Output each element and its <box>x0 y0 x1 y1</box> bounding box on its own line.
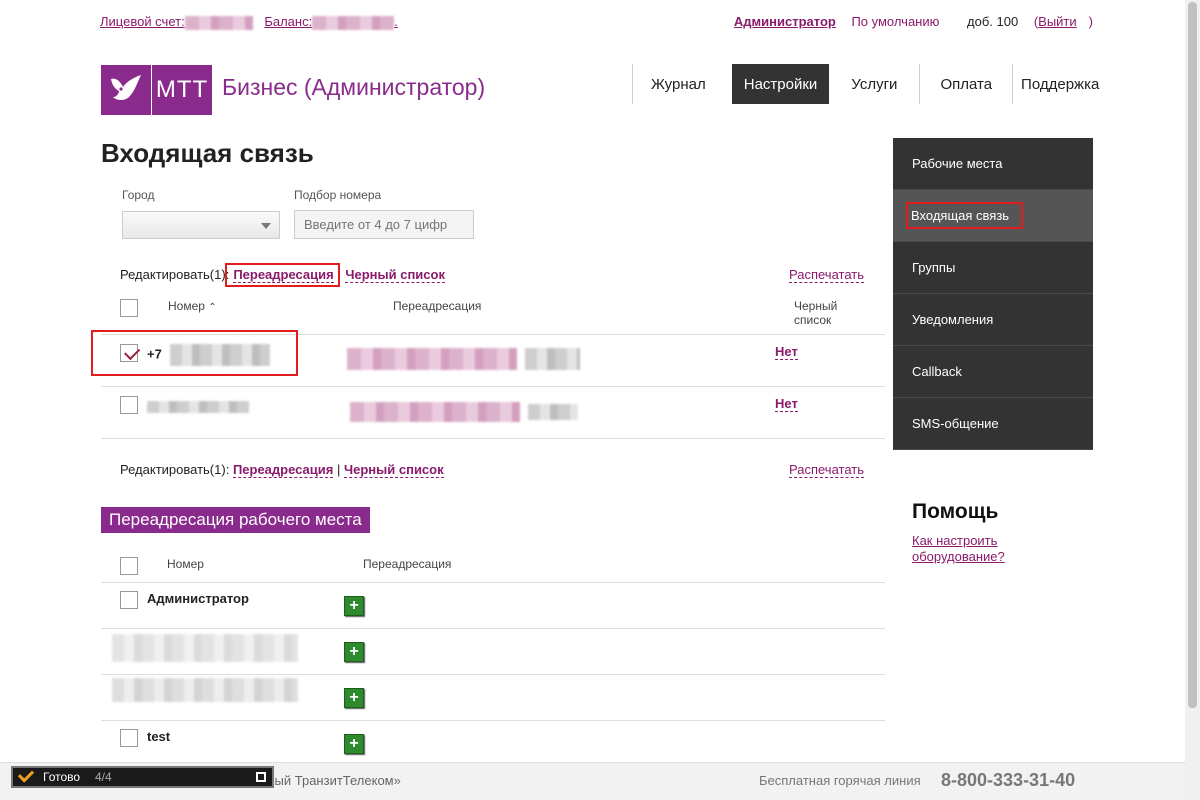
page-title: Входящая связь <box>101 138 314 168</box>
divider <box>101 628 885 629</box>
scrollbar-thumb[interactable] <box>1188 2 1197 708</box>
help-setup-link[interactable]: Как настроить оборудование? <box>912 533 1022 565</box>
redirect-value-redacted <box>350 402 578 422</box>
sidebar-item-sms[interactable]: SMS-общение <box>893 398 1093 450</box>
print-link[interactable]: Распечатать <box>788 462 864 478</box>
user-info: Администратор По умолчанию доб. 100 (Вый… <box>734 14 1093 29</box>
add-redirect-button[interactable]: + <box>344 734 364 754</box>
sidebar-item-workplaces[interactable]: Рабочие места <box>893 138 1093 190</box>
print-link[interactable]: Распечатать <box>788 267 864 283</box>
logo-wordmark[interactable]: МТТ <box>152 65 212 115</box>
sidebar-item-incoming[interactable]: Входящая связь <box>893 190 1093 242</box>
account-bar: Лицевой счет: Баланс:. Администратор По … <box>100 14 1093 32</box>
window-icon[interactable] <box>256 772 266 782</box>
edit-toolbar-bottom: Редактировать(1): Переадресация | Черный… <box>120 462 864 478</box>
chevron-up-icon: ⌃ <box>208 302 217 313</box>
nav-services[interactable]: Услуги <box>837 64 919 104</box>
status-bar: Готово 4/4 <box>11 766 274 788</box>
account-link[interactable]: Лицевой счет: <box>100 14 253 30</box>
nav-settings[interactable]: Настройки <box>731 64 830 104</box>
balance-link[interactable]: Баланс:. <box>264 14 398 30</box>
profile-link[interactable]: По умолчанию <box>851 14 939 29</box>
page-scrollbar[interactable] <box>1185 0 1200 800</box>
status-label: Готово <box>43 770 81 784</box>
nav-journal[interactable]: Журнал <box>632 64 724 104</box>
divider <box>101 720 885 721</box>
col-blacklist-header: Черный список <box>794 299 838 327</box>
table-row-number: +7 <box>147 344 270 366</box>
settings-sidebar: Рабочие места Входящая связь Группы Увед… <box>893 138 1093 450</box>
workplace-checkbox[interactable] <box>120 729 138 747</box>
workplace-section-title: Переадресация рабочего места <box>101 507 370 533</box>
workplace-checkbox[interactable] <box>120 591 138 609</box>
add-redirect-button[interactable]: + <box>344 642 364 662</box>
chevron-down-icon <box>261 223 271 229</box>
redirect-highlight: Переадресация <box>225 263 340 287</box>
phone-number-redacted <box>147 400 249 413</box>
city-select[interactable] <box>122 211 280 239</box>
check-icon <box>17 766 35 783</box>
workplace-name: Администратор <box>147 591 249 606</box>
status-count: 4/4 <box>95 770 112 784</box>
edit-redirect-link[interactable]: Переадресация <box>233 267 334 283</box>
help-title: Помощь <box>912 500 999 523</box>
blacklist-toggle[interactable]: Нет <box>775 396 798 412</box>
nav-support[interactable]: Поддержка <box>1012 64 1107 104</box>
edit-toolbar-top: Редактировать(1): Переадресация Черный сп… <box>120 263 864 287</box>
number-search-input[interactable] <box>294 210 474 239</box>
blacklist-toggle[interactable]: Нет <box>775 344 798 360</box>
workplace-col-redirect: Переадресация <box>363 557 452 571</box>
edit-blacklist-link[interactable]: Черный список <box>345 267 445 283</box>
phone-number-redacted <box>169 344 270 366</box>
account-number-redacted <box>184 15 253 30</box>
workplace-name-redacted <box>112 634 298 662</box>
footer-hotline-label: Бесплатная горячая линия <box>759 773 921 788</box>
sidebar-item-callback[interactable]: Callback <box>893 346 1093 398</box>
divider <box>101 674 885 675</box>
table-row-number <box>147 398 249 413</box>
divider <box>101 386 885 387</box>
sidebar-item-groups[interactable]: Группы <box>893 242 1093 294</box>
redirect-value-redacted <box>347 348 580 370</box>
main-nav: Журнал Настройки Услуги Оплата Поддержка <box>632 64 1107 104</box>
add-redirect-button[interactable]: + <box>344 688 364 708</box>
select-all-checkbox[interactable] <box>120 299 138 317</box>
divider <box>101 582 885 583</box>
col-redirect-header: Переадресация <box>393 299 482 313</box>
logout-link[interactable]: Выйти <box>1038 14 1077 29</box>
nav-payment[interactable]: Оплата <box>919 64 1012 104</box>
brand-title: Бизнес (Администратор) <box>222 74 486 100</box>
divider <box>101 438 885 439</box>
footer-company: льный ТранзитТелеком» <box>253 773 401 788</box>
add-redirect-button[interactable]: + <box>344 596 364 616</box>
workplace-col-number: Номер <box>167 557 204 571</box>
number-search-label: Подбор номера <box>294 188 382 202</box>
workplace-name-redacted <box>112 678 298 702</box>
bird-logo-icon[interactable] <box>101 65 151 115</box>
account-info: Лицевой счет: Баланс:. <box>100 14 406 30</box>
user-link[interactable]: Администратор <box>734 14 836 29</box>
balance-value-redacted <box>312 15 395 30</box>
workplace-name: test <box>147 729 171 744</box>
extension-label: доб. 100 (Выйти) <box>967 14 1093 29</box>
sidebar-item-notifications[interactable]: Уведомления <box>893 294 1093 346</box>
select-all-workplaces-checkbox[interactable] <box>120 557 138 575</box>
col-number-header[interactable]: Номер ⌃ <box>168 299 217 313</box>
edit-redirect-link[interactable]: Переадресация <box>232 462 334 478</box>
city-label: Город <box>122 188 155 202</box>
edit-blacklist-link[interactable]: Черный список <box>344 462 444 478</box>
row-checkbox[interactable] <box>120 344 138 362</box>
footer-phone: 8-800-333-31-40 <box>941 770 1076 790</box>
row-checkbox[interactable] <box>120 396 138 414</box>
